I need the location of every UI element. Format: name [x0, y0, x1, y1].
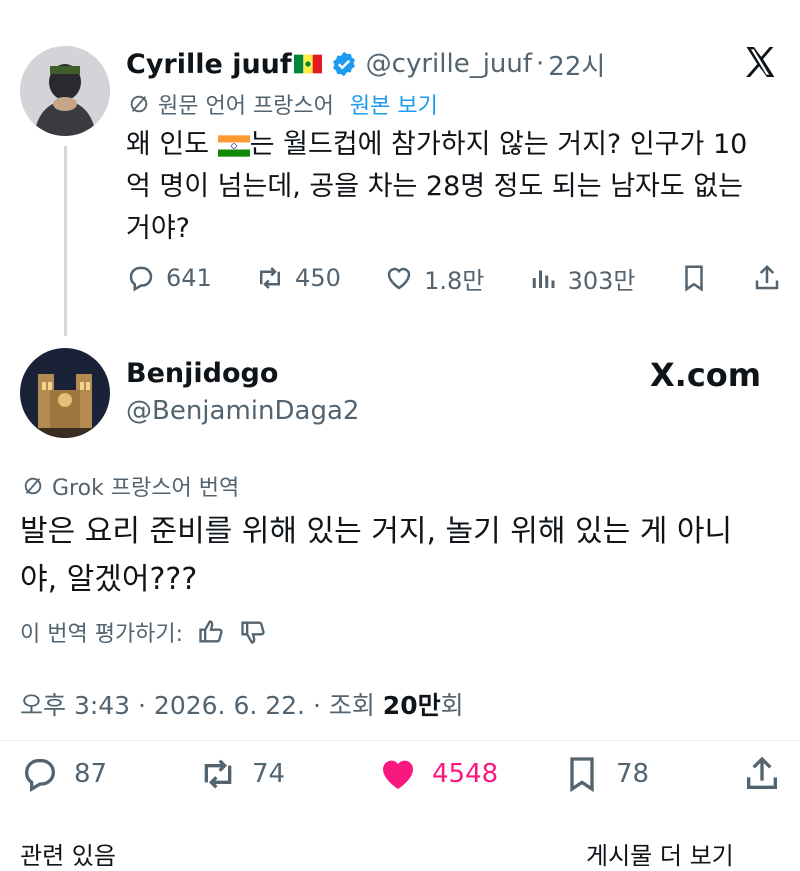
tweet-text: 왜 인도 는 월드컵에 참가하지 않는 거지? 인구가 10 억 명이 넘는데,… — [126, 124, 786, 250]
retweet-count: 450 — [295, 264, 341, 292]
like-count: 1.8만 — [424, 266, 485, 295]
translate-icon — [24, 477, 42, 495]
view-original-link[interactable]: 원본 보기 — [350, 88, 438, 120]
retweet-count: 74 — [252, 759, 286, 789]
share-icon — [755, 264, 779, 290]
bookmark-button[interactable]: 78 — [562, 754, 649, 794]
reply-button[interactable]: 641 — [126, 263, 212, 293]
retweet-icon — [204, 759, 232, 789]
first-tweet-actions: 641 450 1.8만 303만 — [126, 258, 782, 298]
author-name[interactable]: Cyrille juuf — [126, 49, 292, 80]
india-flag-icon — [217, 134, 250, 157]
tweet-time[interactable]: 22시 — [548, 46, 605, 83]
dot-separator: · — [536, 49, 545, 79]
tweet-text-part2: 는 월드컵에 참가하지 않는 거지? 인구가 10 — [249, 129, 748, 160]
views-icon — [532, 270, 555, 288]
bookmark-count: 78 — [616, 759, 650, 789]
reply-count: 87 — [74, 759, 108, 789]
bottom-cut-left[interactable]: 관련 있음 — [20, 836, 116, 871]
divider — [0, 740, 800, 741]
reply-icon — [25, 759, 55, 792]
timestamp[interactable]: 오후 3:43 · 2026. 6. 22. · 조회 — [20, 691, 383, 720]
tweet-header: Cyrille juuf @cyrille_juuf · 22시 — [126, 44, 605, 84]
author-handle[interactable]: @cyrille_juuf — [366, 49, 532, 79]
like-button[interactable]: 4548 — [378, 754, 498, 794]
views-suffix: 회 — [440, 691, 464, 720]
like-button[interactable]: 1.8만 — [384, 261, 484, 296]
views-button[interactable]: 303만 — [528, 261, 636, 296]
grok-note-text: Grok 프랑스어 번역 — [52, 476, 240, 501]
senegal-flag-icon — [293, 54, 322, 74]
thread-connector-line — [64, 146, 67, 336]
reply-text: 발은 요리 준비를 위해 있는 거지, 놀기 위해 있는 게 아니 야, 알겠어… — [20, 508, 790, 604]
reply-text-line1: 발은 요리 준비를 위해 있는 거지, 놀기 위해 있는 게 아니 — [20, 514, 733, 549]
second-tweet-actions: 87 74 4548 78 — [20, 754, 780, 798]
reply-text-line2: 야, 알겠어??? — [20, 562, 198, 597]
translate-note-text: 원문 언어 프랑스어 — [158, 94, 334, 119]
avatar-cyrille[interactable] — [20, 46, 110, 136]
views-bold: 20만 — [382, 691, 441, 720]
retweet-button[interactable]: 74 — [198, 754, 285, 794]
thumbs-down-icon[interactable] — [239, 618, 267, 646]
share-button[interactable] — [742, 754, 782, 794]
avatar-image-cathedral — [20, 348, 110, 438]
author-name[interactable]: Benjidogo — [126, 358, 278, 389]
thumbs-up-icon[interactable] — [197, 618, 225, 646]
tweet-text-line3: 거야? — [126, 213, 191, 244]
translate-icon — [130, 95, 148, 113]
tweet-text-line2: 억 명이 넘는데, 공을 차는 28명 정도 되는 남자도 없는 — [126, 171, 743, 202]
grok-translation-note: Grok 프랑스어 번역 — [22, 470, 239, 502]
reply-count: 641 — [166, 264, 212, 292]
reply-button[interactable]: 87 — [20, 754, 107, 794]
avatar-benjidogo[interactable] — [20, 348, 110, 438]
tweet-text-part1: 왜 인도 — [126, 129, 218, 160]
avatar-image — [20, 46, 110, 136]
like-icon-filled — [383, 760, 413, 789]
like-icon — [387, 267, 411, 290]
retweet-icon — [260, 267, 281, 289]
views-count: 303만 — [567, 266, 636, 295]
x-logo-icon[interactable] — [742, 44, 778, 80]
bookmark-icon — [570, 757, 594, 793]
bottom-cut-right[interactable]: 게시물 더 보기 — [586, 836, 734, 871]
rate-translation: 이 번역 평가하기: — [20, 616, 267, 648]
bookmark-icon — [684, 265, 703, 292]
verified-icon — [332, 51, 355, 77]
bookmark-button[interactable] — [679, 263, 709, 293]
translation-note: 원문 언어 프랑스어 원본 보기 — [128, 88, 438, 120]
share-icon — [747, 756, 777, 789]
retweet-button[interactable]: 450 — [255, 263, 341, 293]
rate-translation-label: 이 번역 평가하기: — [20, 622, 184, 647]
x-com-watermark: X.com — [650, 356, 761, 394]
watermark-text: X.com — [650, 356, 762, 394]
like-count: 4548 — [432, 759, 499, 789]
author-handle[interactable]: @BenjaminDaga2 — [126, 396, 359, 426]
share-button[interactable] — [752, 263, 782, 293]
timestamp-row: 오후 3:43 · 2026. 6. 22. · 조회 20만회 — [20, 686, 464, 722]
reply-icon — [129, 266, 153, 292]
